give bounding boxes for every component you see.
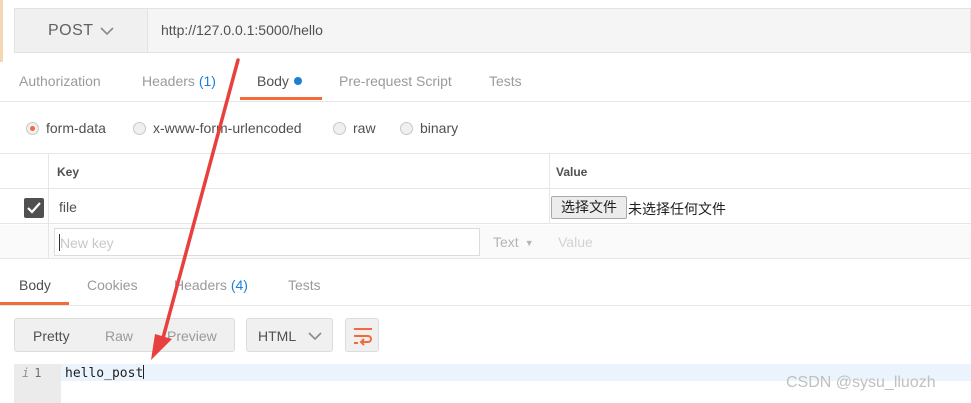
request-bar: POST http://127.0.0.1:5000/hello bbox=[0, 0, 971, 62]
text-caret bbox=[143, 365, 145, 379]
new-key-placeholder: New key bbox=[60, 235, 114, 251]
response-tab-body[interactable]: Body bbox=[19, 266, 51, 305]
code-text: hello_post bbox=[65, 366, 144, 381]
radio-label: raw bbox=[353, 120, 376, 136]
checkmark-icon bbox=[27, 202, 41, 214]
column-header-value: Value bbox=[556, 165, 588, 179]
tab-tests[interactable]: Tests bbox=[489, 62, 522, 101]
tab-label: Body bbox=[19, 277, 51, 293]
response-tab-headers[interactable]: Headers (4) bbox=[174, 266, 248, 305]
watermark: CSDN @sysu_lluozh bbox=[786, 374, 936, 391]
response-body-code[interactable]: hello_post bbox=[65, 365, 145, 381]
method-dropdown[interactable]: POST bbox=[14, 8, 147, 53]
new-key-input[interactable]: New key bbox=[54, 228, 480, 256]
file-status: 未选择任何文件 bbox=[628, 201, 726, 217]
tab-authorization[interactable]: Authorization bbox=[19, 62, 101, 101]
caret-down-icon: ▼ bbox=[524, 238, 534, 248]
tab-label: Authorization bbox=[19, 73, 101, 89]
radio-form-data[interactable]: form-data bbox=[26, 118, 106, 138]
tab-headers[interactable]: Headers (1) bbox=[142, 62, 216, 101]
wrap-lines-icon bbox=[354, 328, 372, 346]
url-input[interactable]: http://127.0.0.1:5000/hello bbox=[147, 8, 971, 53]
mode-preview-button[interactable]: Preview bbox=[167, 328, 217, 344]
tab-body[interactable]: Body bbox=[257, 62, 302, 101]
format-label: HTML bbox=[258, 328, 297, 344]
table-row: file 选择文件 未选择任何文件 bbox=[0, 189, 971, 224]
field-type-dropdown[interactable]: Text ▼ bbox=[493, 234, 534, 250]
radio-raw[interactable]: raw bbox=[333, 118, 376, 138]
mode-raw-button[interactable]: Raw bbox=[105, 328, 133, 344]
radio-label: form-data bbox=[46, 120, 106, 136]
tab-label: Pre-request Script bbox=[339, 73, 452, 89]
modified-dot-icon bbox=[293, 77, 302, 85]
chevron-down-icon bbox=[308, 332, 322, 341]
active-tab-indicator bbox=[240, 97, 322, 100]
line-number: i1 bbox=[22, 366, 41, 380]
body-type-selector: form-data x-www-form-urlencoded raw bina… bbox=[0, 103, 971, 153]
new-row: New key Text ▼ Value bbox=[0, 225, 971, 259]
tab-count: (1) bbox=[198, 73, 216, 89]
radio-icon bbox=[133, 121, 146, 135]
tab-pre-request-script[interactable]: Pre-request Script bbox=[339, 62, 452, 101]
format-dropdown[interactable]: HTML bbox=[246, 318, 333, 352]
form-data-table: Key Value file 选择文件 未选择任何文件 New key Text… bbox=[0, 153, 971, 259]
row-key[interactable]: file bbox=[59, 199, 77, 215]
response-tab-tests[interactable]: Tests bbox=[288, 266, 321, 305]
field-type-label: Text bbox=[493, 234, 519, 250]
choose-file-button[interactable]: 选择文件 bbox=[551, 196, 627, 219]
row-enabled-checkbox[interactable] bbox=[24, 198, 44, 218]
response-tabs: Body Cookies Headers (4) Tests bbox=[0, 266, 971, 306]
tab-label: Tests bbox=[288, 277, 321, 293]
tab-label: Tests bbox=[489, 73, 522, 89]
active-response-tab-indicator bbox=[0, 302, 69, 305]
column-divider bbox=[549, 153, 550, 224]
mode-pretty-button[interactable]: Pretty bbox=[33, 328, 70, 344]
tab-label: Body bbox=[257, 73, 289, 89]
tab-label: Cookies bbox=[87, 277, 138, 293]
response-tab-cookies[interactable]: Cookies bbox=[87, 266, 138, 305]
method-label: POST bbox=[48, 22, 94, 39]
radio-selected-icon bbox=[26, 121, 39, 135]
request-tabs: Authorization Headers (1) Body Pre-reque… bbox=[0, 62, 971, 102]
radio-label: x-www-form-urlencoded bbox=[153, 120, 302, 136]
column-divider bbox=[48, 153, 49, 259]
chevron-down-icon bbox=[100, 27, 114, 36]
line-number-text: 1 bbox=[34, 366, 42, 380]
new-value-input[interactable]: Value bbox=[558, 234, 593, 250]
tab-label: Headers bbox=[174, 277, 227, 293]
tab-count: (4) bbox=[230, 277, 248, 293]
info-icon: i bbox=[22, 366, 30, 380]
radio-icon bbox=[400, 121, 413, 135]
url-text: http://127.0.0.1:5000/hello bbox=[161, 22, 323, 38]
table-header: Key Value bbox=[0, 153, 971, 189]
radio-urlencoded[interactable]: x-www-form-urlencoded bbox=[133, 118, 302, 138]
radio-icon bbox=[333, 121, 346, 135]
view-mode-toggle: Pretty Raw Preview bbox=[14, 318, 235, 352]
wrap-lines-button[interactable] bbox=[345, 318, 379, 352]
radio-label: binary bbox=[420, 120, 459, 136]
column-header-key: Key bbox=[57, 165, 80, 179]
left-edge-strip bbox=[0, 0, 3, 62]
radio-binary[interactable]: binary bbox=[400, 118, 458, 138]
tab-label: Headers bbox=[142, 73, 195, 89]
